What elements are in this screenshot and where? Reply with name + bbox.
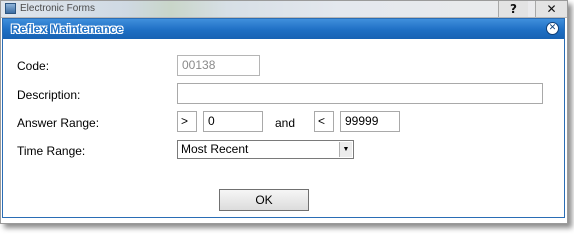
answer-max-field[interactable]: 99999 [340, 111, 400, 132]
chevron-down-icon[interactable]: ▼ [339, 142, 352, 157]
time-range-label: Time Range: [17, 144, 86, 158]
time-range-select[interactable]: Most Recent ▼ [177, 140, 354, 159]
window-close-button[interactable]: ✕ [535, 1, 567, 17]
answer-operator-1-field[interactable]: > [177, 111, 197, 132]
code-label: Code: [17, 59, 50, 73]
dialog-title: Reflex Maintenance [11, 22, 124, 36]
answer-min-field[interactable]: 0 [203, 111, 263, 132]
time-range-value: Most Recent [181, 142, 249, 156]
ok-button[interactable]: OK [219, 189, 309, 211]
window: Electronic Forms ? ✕ Reflex Maintenance … [0, 0, 568, 224]
reflex-maintenance-dialog: Reflex Maintenance ✕ Code: 00138 Descrip… [2, 18, 565, 218]
answer-range-label: Answer Range: [17, 116, 100, 130]
description-field[interactable] [177, 83, 543, 104]
code-field: 00138 [177, 55, 260, 76]
and-label: and [275, 116, 296, 130]
app-window-icon [5, 3, 16, 14]
answer-operator-2-field[interactable]: < [314, 111, 334, 132]
window-titlebar: Electronic Forms ? ✕ [1, 1, 567, 18]
dialog-header: Reflex Maintenance ✕ [3, 19, 564, 39]
dialog-close-icon[interactable]: ✕ [546, 22, 559, 35]
help-button[interactable]: ? [498, 1, 528, 17]
window-title: Electronic Forms [20, 3, 96, 14]
description-label: Description: [17, 88, 81, 102]
